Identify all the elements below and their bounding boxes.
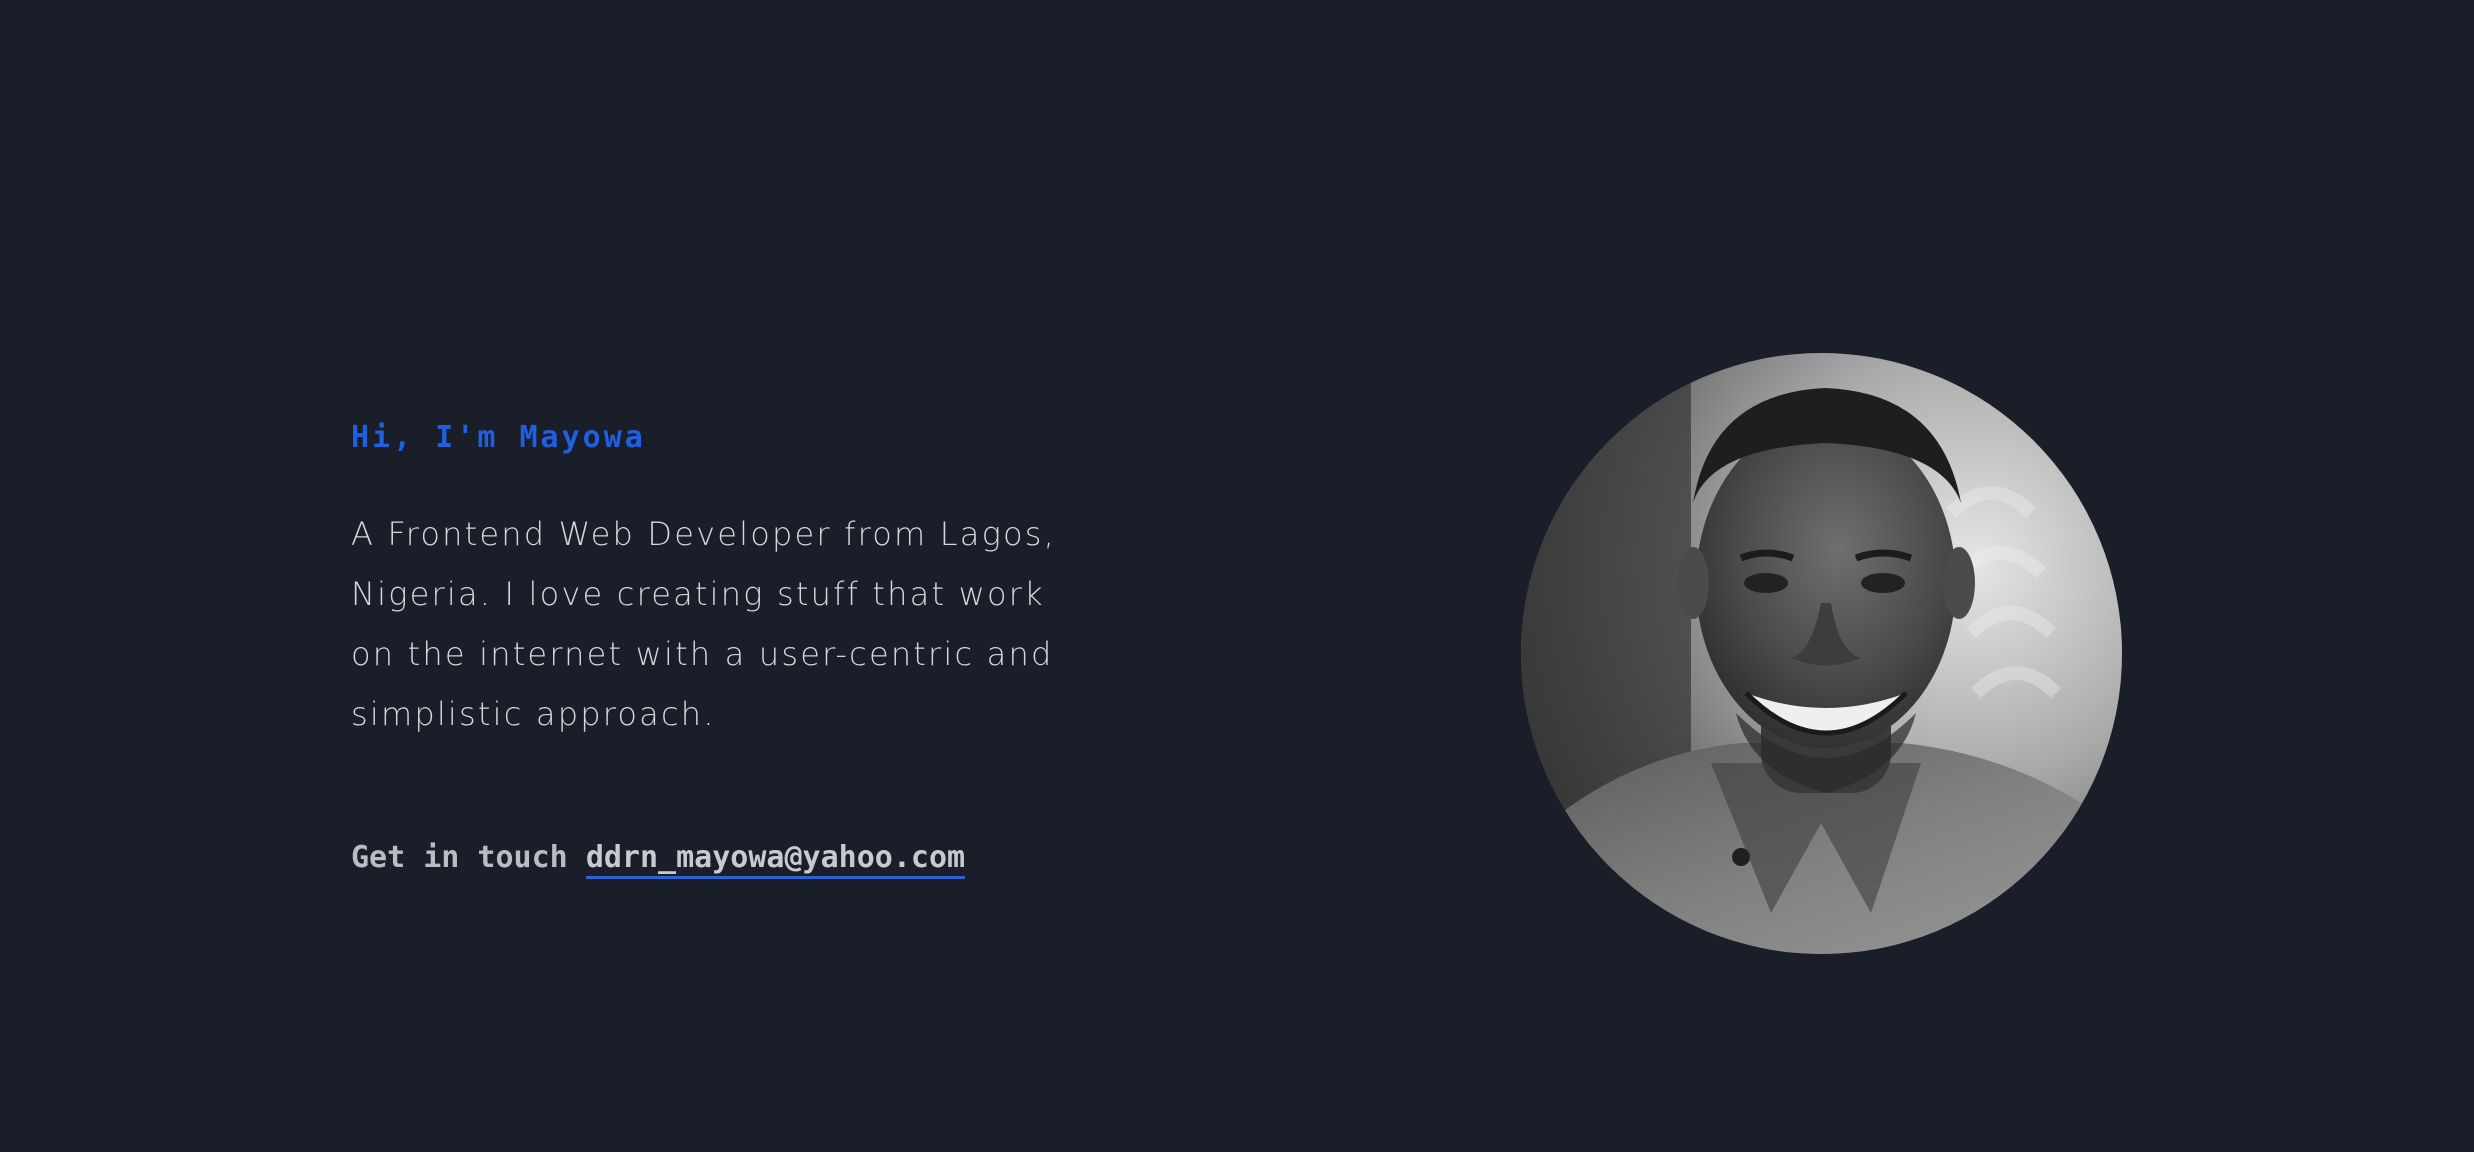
greeting-heading: Hi, I'm Mayowa xyxy=(351,420,646,455)
intro-block: Hi, I'm Mayowa A Frontend Web Developer … xyxy=(351,412,1111,744)
profile-photo xyxy=(1521,353,2122,954)
contact-prefix: Get in touch xyxy=(351,840,568,875)
email-link[interactable]: ddrn_mayowa@yahoo.com xyxy=(585,840,966,879)
bio-text: A Frontend Web Developer from Lagos, Nig… xyxy=(351,515,1057,733)
contact-line: Get in touch ddrn_mayowa@yahoo.com xyxy=(351,833,966,883)
hero-section: Hi, I'm Mayowa A Frontend Web Developer … xyxy=(0,0,2474,1152)
profile-photo-illustration xyxy=(1521,353,2122,954)
